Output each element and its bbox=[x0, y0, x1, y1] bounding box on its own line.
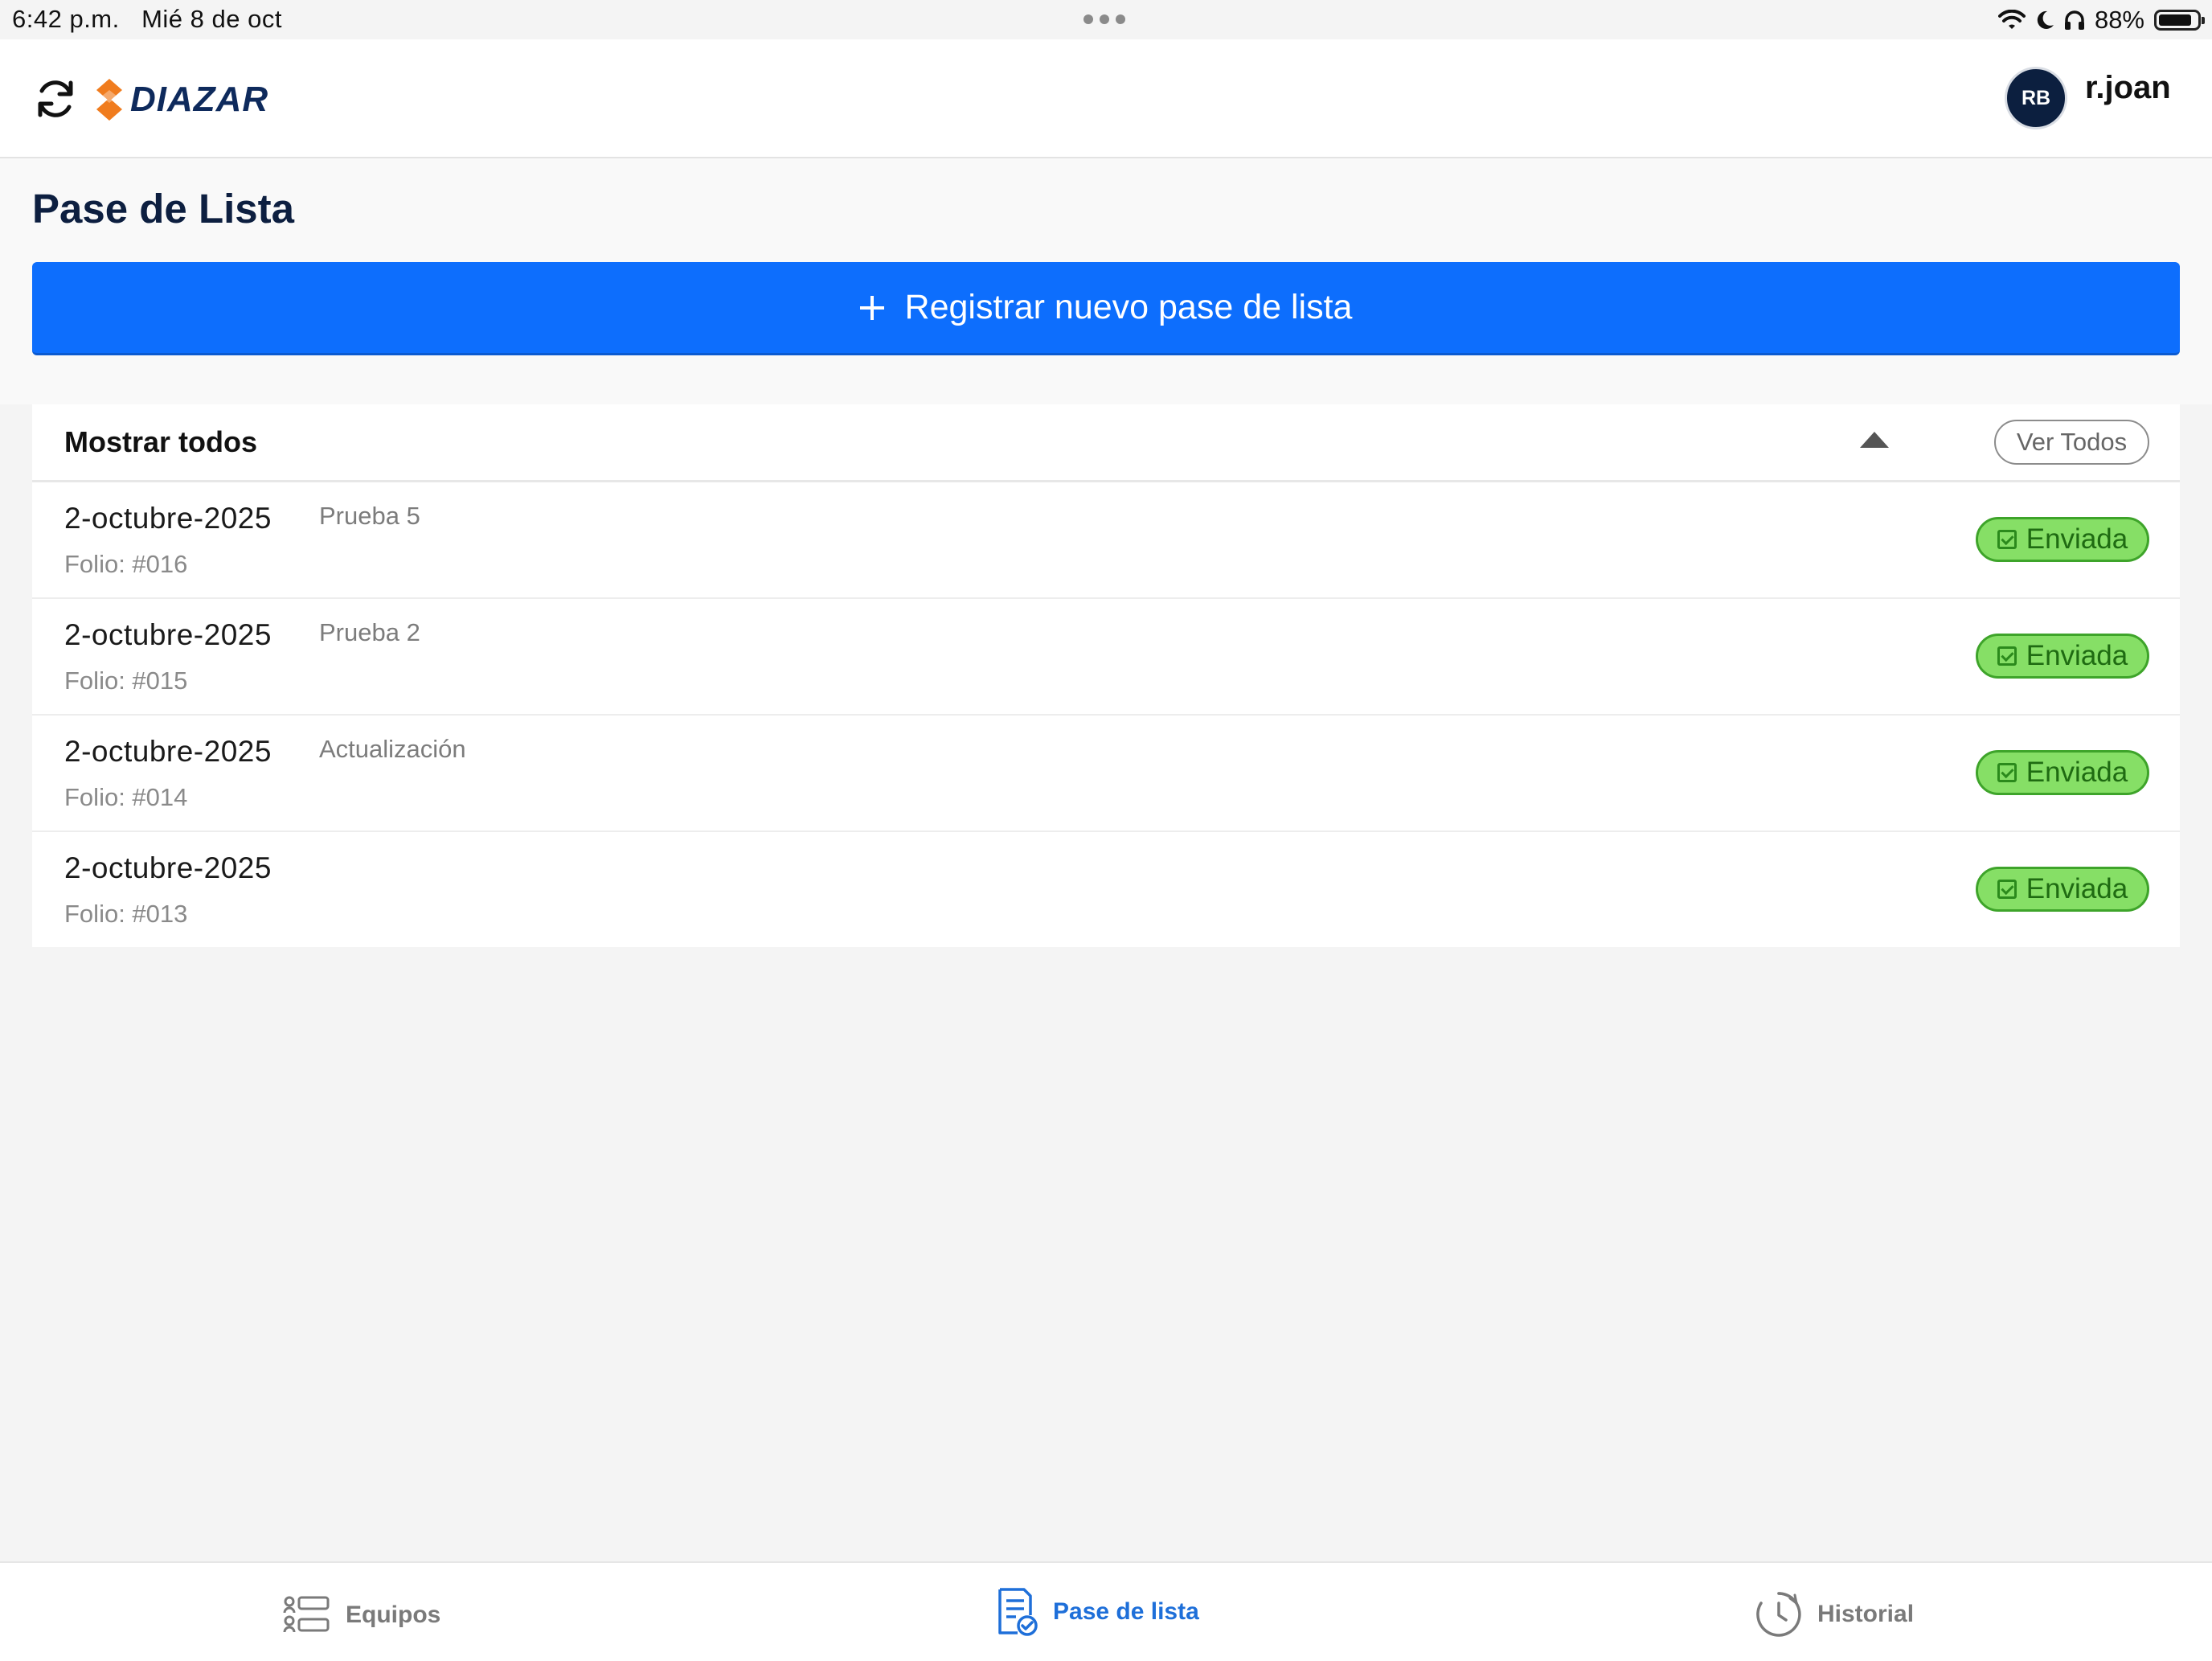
app-header: DIAZAR RB r.joan bbox=[0, 39, 2212, 158]
sync-icon[interactable] bbox=[32, 76, 79, 122]
checklist-document-icon bbox=[998, 1588, 1038, 1636]
username[interactable]: r.joan bbox=[2085, 70, 2171, 106]
checkbox-checked-icon bbox=[1997, 880, 2017, 899]
item-date: 2-octubre-2025 bbox=[64, 618, 272, 651]
battery-icon bbox=[2154, 10, 2205, 31]
tab-pase-de-lista[interactable]: Pase de lista bbox=[997, 1587, 1199, 1637]
list-item[interactable]: 2-octubre-2025 Actualización Folio: #014… bbox=[32, 716, 2180, 832]
multitasking-dots-icon[interactable] bbox=[1083, 14, 1125, 24]
list-item[interactable]: 2-octubre-2025 Prueba 2 Folio: #015 Envi… bbox=[32, 599, 2180, 716]
item-date: 2-octubre-2025 bbox=[64, 735, 272, 768]
moon-icon bbox=[2037, 10, 2054, 29]
checkbox-checked-icon bbox=[1997, 763, 2017, 782]
status-label: Enviada bbox=[2026, 757, 2128, 788]
register-new-roll-call-button[interactable]: Registrar nuevo pase de lista bbox=[32, 262, 2180, 355]
view-all-button[interactable]: Ver Todos bbox=[1994, 420, 2149, 465]
status-bar: 6:42 p.m. Mié 8 de oct 88% bbox=[0, 0, 2212, 39]
page-title: Pase de Lista bbox=[32, 186, 294, 232]
roll-call-list: Mostrar todos Ver Todos 2-octubre-2025 P… bbox=[32, 404, 2180, 947]
item-description: Actualización bbox=[319, 735, 466, 763]
item-description: Prueba 5 bbox=[319, 502, 420, 530]
status-badge: Enviada bbox=[1976, 634, 2149, 679]
headphones-icon bbox=[2064, 10, 2084, 30]
item-date: 2-octubre-2025 bbox=[64, 502, 272, 535]
tab-historial[interactable]: Historial bbox=[1755, 1590, 1914, 1638]
bottom-tab-bar: Equipos Pase de lista Historial bbox=[0, 1561, 2212, 1661]
diazar-logo-mark-icon bbox=[96, 79, 122, 121]
status-time-date: 6:42 p.m. Mié 8 de oct bbox=[12, 5, 282, 34]
wifi-icon bbox=[1997, 10, 2026, 29]
status-time: 6:42 p.m. bbox=[12, 5, 120, 33]
collapse-up-icon[interactable] bbox=[1860, 432, 1889, 448]
list-header-title: Mostrar todos bbox=[64, 425, 258, 458]
tab-equipos[interactable]: Equipos bbox=[283, 1595, 440, 1635]
status-badge: Enviada bbox=[1976, 750, 2149, 795]
status-label: Enviada bbox=[2026, 523, 2128, 555]
register-new-roll-call-label: Registrar nuevo pase de lista bbox=[904, 288, 1353, 326]
status-date: Mié 8 de oct bbox=[141, 5, 282, 33]
item-description: Prueba 2 bbox=[319, 618, 420, 646]
list-item[interactable]: 2-octubre-2025 Folio: #013 Enviada bbox=[32, 832, 2180, 947]
item-folio: Folio: #015 bbox=[64, 666, 188, 695]
status-label: Enviada bbox=[2026, 640, 2128, 671]
checkbox-checked-icon bbox=[1997, 646, 2017, 666]
item-folio: Folio: #014 bbox=[64, 783, 188, 811]
status-label: Enviada bbox=[2026, 873, 2128, 904]
tab-equipos-label: Equipos bbox=[346, 1602, 441, 1628]
tab-historial-label: Historial bbox=[1817, 1601, 1915, 1627]
diazar-logo: DIAZAR bbox=[93, 77, 268, 122]
battery-percent: 88% bbox=[2094, 6, 2144, 34]
item-folio: Folio: #013 bbox=[64, 900, 188, 928]
item-date: 2-octubre-2025 bbox=[64, 851, 272, 884]
logo-text: DIAZAR bbox=[130, 80, 269, 119]
plus-icon bbox=[859, 295, 884, 320]
list-item[interactable]: 2-octubre-2025 Prueba 5 Folio: #016 Envi… bbox=[32, 482, 2180, 599]
history-clock-icon bbox=[1756, 1592, 1801, 1637]
avatar[interactable]: RB bbox=[2005, 67, 2067, 129]
checkbox-checked-icon bbox=[1997, 530, 2017, 549]
status-badge: Enviada bbox=[1976, 867, 2149, 912]
equipment-list-icon bbox=[283, 1596, 330, 1633]
status-indicators: 88% bbox=[1997, 4, 2205, 36]
tab-pase-de-lista-label: Pase de lista bbox=[1053, 1598, 1199, 1625]
list-header[interactable]: Mostrar todos Ver Todos bbox=[32, 404, 2180, 482]
item-folio: Folio: #016 bbox=[64, 550, 188, 578]
status-badge: Enviada bbox=[1976, 517, 2149, 562]
